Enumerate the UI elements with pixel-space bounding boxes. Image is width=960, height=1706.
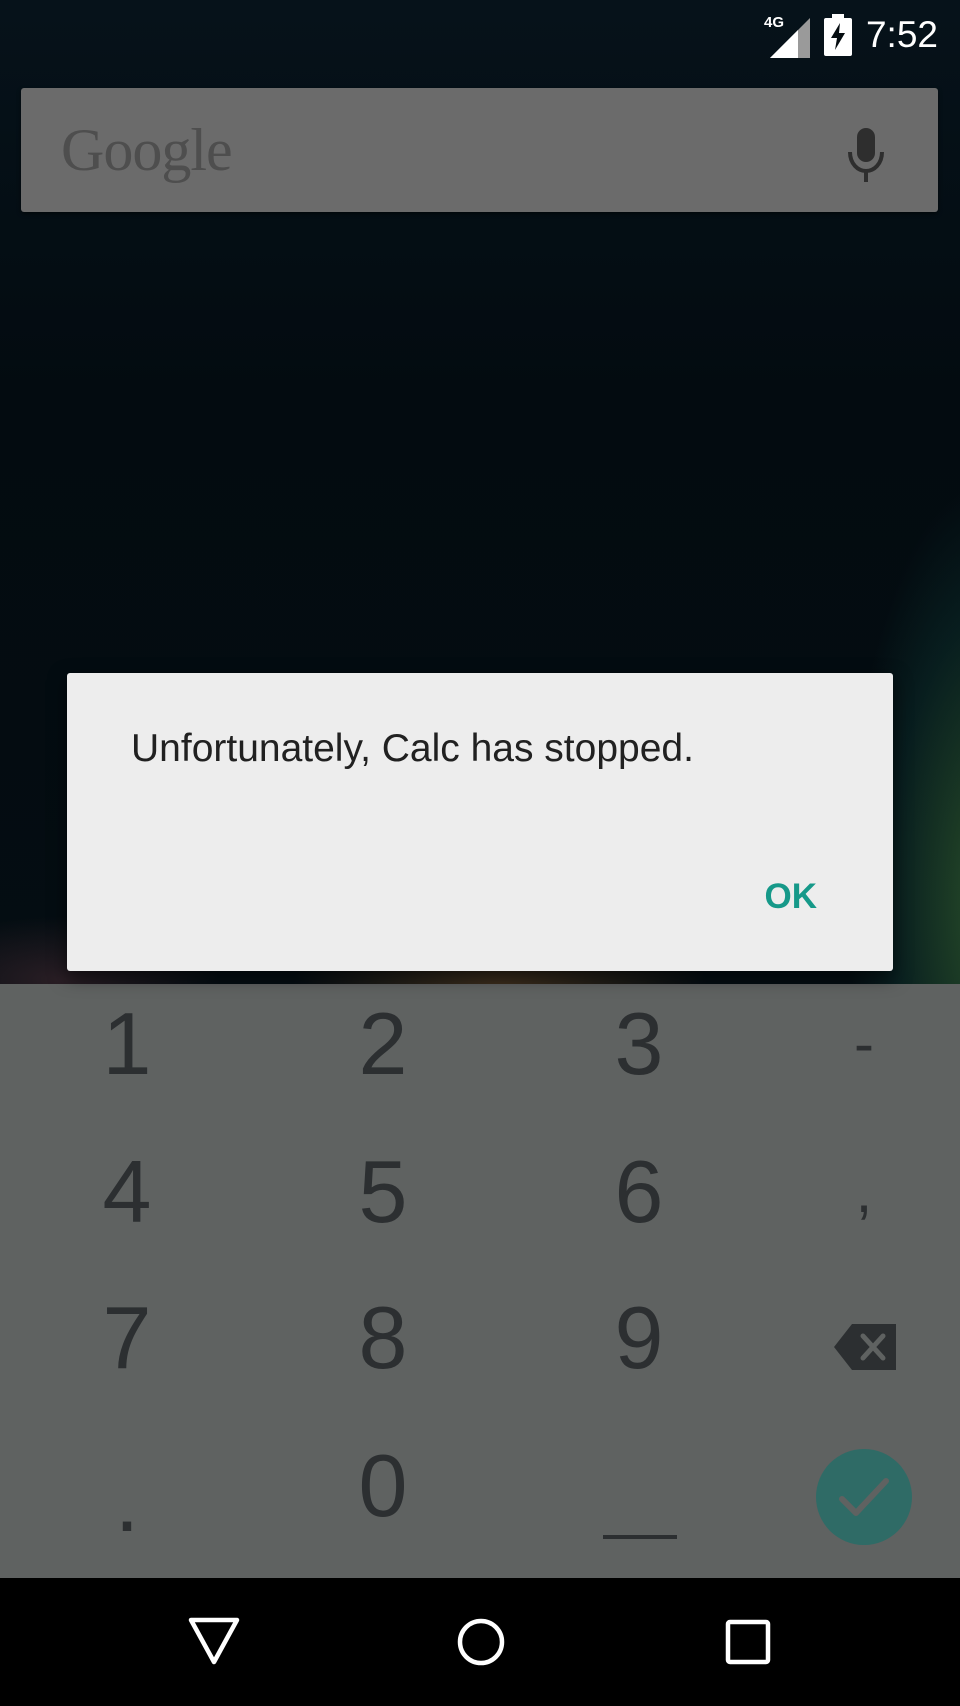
key-decimal-point[interactable]: . (47, 1426, 207, 1550)
app-crash-dialog: Unfortunately, Calc has stopped. OK (67, 673, 893, 971)
battery-charging-icon (823, 14, 852, 56)
navigation-bar (0, 1578, 960, 1706)
key-comma[interactable]: , (784, 1132, 944, 1252)
status-icons: 4G 7:52 (764, 10, 938, 60)
backspace-icon[interactable] (832, 1322, 898, 1372)
key-6[interactable]: 6 (559, 1132, 719, 1252)
key-0[interactable]: 0 (303, 1426, 463, 1546)
dialog-message: Unfortunately, Calc has stopped. (131, 727, 694, 770)
key-8[interactable]: 8 (303, 1278, 463, 1398)
microphone-icon[interactable] (846, 126, 886, 184)
key-1[interactable]: 1 (47, 984, 207, 1104)
google-search-bar[interactable]: Google (21, 88, 938, 212)
key-3[interactable]: 3 (559, 984, 719, 1104)
key-4[interactable]: 4 (47, 1132, 207, 1252)
recents-square-icon (725, 1619, 771, 1665)
nav-recents-button[interactable] (687, 1578, 807, 1706)
status-bar: 4G 7:52 (0, 0, 960, 70)
space-key-underscore-icon[interactable] (603, 1535, 677, 1539)
key-minus[interactable]: - (784, 984, 944, 1104)
done-check-button[interactable] (816, 1449, 912, 1545)
status-clock: 7:52 (865, 14, 938, 55)
ok-button[interactable]: OK (759, 869, 824, 925)
back-triangle-icon (188, 1617, 240, 1665)
nav-back-button[interactable] (153, 1578, 273, 1706)
key-7[interactable]: 7 (47, 1278, 207, 1398)
nav-home-button[interactable] (420, 1578, 540, 1706)
home-circle-icon (457, 1618, 505, 1666)
check-icon (839, 1478, 889, 1516)
key-5[interactable]: 5 (303, 1132, 463, 1252)
key-9[interactable]: 9 (559, 1278, 719, 1398)
key-2[interactable]: 2 (303, 984, 463, 1104)
cell-signal-icon: 4G (764, 12, 810, 58)
google-logo: Google (61, 117, 233, 183)
network-type-label: 4G (763, 14, 784, 31)
